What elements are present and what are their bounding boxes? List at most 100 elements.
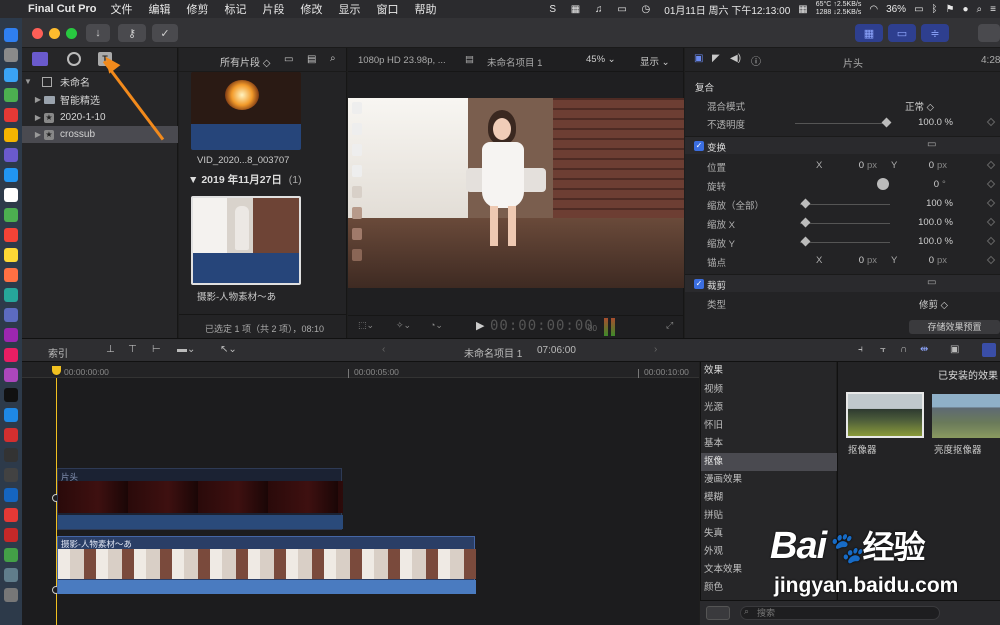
fx-category-video[interactable]: 视频 bbox=[701, 381, 837, 399]
app-menu[interactable]: Final Cut Pro bbox=[28, 3, 96, 15]
clip-filter-popup[interactable]: 所有片段 ◇ bbox=[220, 54, 270, 69]
share-button[interactable] bbox=[978, 24, 1000, 42]
clock[interactable]: 01月11日 周六 下午12:13:00 bbox=[664, 2, 790, 17]
app-icon[interactable] bbox=[4, 268, 18, 282]
keyframe-icon[interactable] bbox=[986, 160, 996, 170]
flag-icon[interactable]: ⚑ bbox=[946, 4, 955, 15]
fx-category-basic[interactable]: 基本 bbox=[701, 435, 837, 453]
scale-x-slider[interactable] bbox=[800, 223, 890, 224]
scale-all-slider[interactable] bbox=[800, 204, 890, 205]
disclosure-closed-icon[interactable]: ▶ bbox=[32, 130, 44, 139]
title-clip[interactable]: 片头 bbox=[57, 468, 343, 530]
crop-checkbox[interactable]: ✓ bbox=[694, 279, 704, 289]
app-icon[interactable] bbox=[4, 168, 18, 182]
keyframe-icon[interactable] bbox=[986, 198, 996, 208]
effects-browser-toggle[interactable] bbox=[982, 343, 996, 357]
library-item-smart-collections[interactable]: ▶ 智能精选 bbox=[22, 91, 178, 108]
playhead-handle[interactable] bbox=[52, 366, 61, 375]
effect-thumb-keyer[interactable] bbox=[846, 392, 924, 438]
disclosure-open-icon[interactable]: ▼ bbox=[188, 174, 201, 186]
menu-help[interactable]: 帮助 bbox=[414, 1, 436, 17]
menu-window[interactable]: 窗口 bbox=[376, 1, 398, 17]
anchor-y-value[interactable]: 0 bbox=[920, 255, 934, 266]
clip-appearance-icon[interactable]: ▭ bbox=[284, 54, 293, 65]
scale-all-value[interactable]: 100 % bbox=[913, 198, 953, 209]
menu-clip[interactable]: 片段 bbox=[262, 1, 284, 17]
app-icon[interactable] bbox=[4, 208, 18, 222]
podcasts-icon[interactable] bbox=[4, 368, 18, 382]
section-composite[interactable]: 复合 bbox=[685, 77, 1000, 95]
tv-icon[interactable] bbox=[4, 388, 18, 402]
disclosure-closed-icon[interactable]: ▶ bbox=[32, 113, 44, 122]
scale-x-slider-knob[interactable] bbox=[800, 217, 811, 228]
save-effects-preset-button[interactable]: 存储效果预置 bbox=[909, 320, 1000, 334]
notes-icon[interactable] bbox=[4, 248, 18, 262]
position-x-value[interactable]: 0 bbox=[850, 160, 864, 171]
yandex-icon[interactable] bbox=[4, 508, 18, 522]
app-icon[interactable] bbox=[4, 468, 18, 482]
search-icon[interactable]: ⌕ bbox=[330, 53, 336, 64]
fx-category-light[interactable]: 光源 bbox=[701, 399, 837, 417]
index-button[interactable]: 索引 bbox=[48, 345, 68, 360]
position-y-value[interactable]: 0 bbox=[920, 160, 934, 171]
select-tool-icon[interactable]: ↖⌄ bbox=[220, 344, 237, 355]
timeline-ruler[interactable]: 00:00:00:00 00:00:05:00 00:00:10:00 bbox=[22, 362, 699, 378]
app-icon[interactable] bbox=[4, 88, 18, 102]
date-group-header[interactable]: ▼ 2019 年11月27日 (1) bbox=[188, 172, 302, 187]
inspector-toggle-button[interactable]: ≑ bbox=[921, 24, 949, 42]
battery-icon[interactable]: ▭ bbox=[914, 4, 923, 15]
clip-thumbnail-fire[interactable] bbox=[191, 72, 301, 150]
disclosure-closed-icon[interactable]: ▶ bbox=[32, 95, 44, 104]
search-input[interactable]: 搜索 bbox=[740, 606, 940, 620]
blend-mode-popup[interactable]: 正常 ◇ bbox=[905, 99, 934, 113]
section-transform[interactable]: ✓ 变换 ▭ bbox=[685, 136, 1000, 154]
keyframe-icon[interactable] bbox=[986, 255, 996, 265]
menu-edit[interactable]: 编辑 bbox=[148, 1, 170, 17]
import-button[interactable]: ↓ bbox=[86, 24, 110, 42]
rotation-value[interactable]: 0 bbox=[925, 179, 939, 190]
opacity-slider[interactable] bbox=[795, 123, 890, 124]
transform-tool-icon[interactable]: ⬚⌄ bbox=[358, 320, 374, 331]
crop-type-popup[interactable]: 修剪 ◇ bbox=[919, 297, 948, 311]
app-icon[interactable] bbox=[4, 308, 18, 322]
app-icon[interactable] bbox=[4, 568, 18, 582]
chrome-icon[interactable] bbox=[4, 128, 18, 142]
onscreen-controls-icon[interactable]: ▭ bbox=[927, 139, 936, 150]
battery-percent[interactable]: 36% bbox=[886, 4, 906, 15]
keyframe-icon[interactable] bbox=[986, 179, 996, 189]
fx-category-keying[interactable]: 抠像 bbox=[701, 453, 837, 471]
menu-file[interactable]: 文件 bbox=[110, 1, 132, 17]
clip-appearance-icon[interactable]: ▣ bbox=[950, 344, 959, 355]
search-icon[interactable]: ⌕ bbox=[977, 4, 983, 15]
audio-inspector-icon[interactable]: ◀) bbox=[730, 53, 741, 64]
launchpad-icon[interactable] bbox=[4, 48, 18, 62]
scale-y-value[interactable]: 100.0 % bbox=[913, 236, 953, 247]
app-icon[interactable] bbox=[4, 528, 18, 542]
libraries-icon[interactable] bbox=[32, 52, 48, 66]
bluetooth-icon[interactable]: ᛒ bbox=[932, 4, 938, 15]
opacity-value[interactable]: 100.0 % bbox=[913, 117, 953, 128]
app-icon[interactable] bbox=[4, 228, 18, 242]
skimming-icon[interactable]: ⫞ bbox=[858, 344, 863, 355]
photos-audio-icon[interactable] bbox=[67, 52, 81, 66]
color-inspector-icon[interactable]: ◤ bbox=[712, 53, 720, 64]
finder-icon[interactable] bbox=[4, 28, 18, 42]
app-icon[interactable] bbox=[4, 488, 18, 502]
keywords-button[interactable]: ⚷ bbox=[118, 24, 146, 42]
fx-category-blur[interactable]: 模糊 bbox=[701, 489, 837, 507]
browser-toggle-button[interactable]: ▦ bbox=[855, 24, 883, 42]
speed-tool-icon[interactable]: ◔⌄ bbox=[430, 320, 443, 331]
wechat-icon[interactable] bbox=[4, 548, 18, 562]
effect-thumb-luma-keyer[interactable] bbox=[932, 394, 1000, 438]
timeline-toggle-button[interactable]: ▭ bbox=[888, 24, 916, 42]
close-window-button[interactable] bbox=[32, 28, 43, 39]
library-root[interactable]: ▼ 未命名 bbox=[22, 73, 178, 90]
scale-y-slider[interactable] bbox=[800, 242, 890, 243]
play-icon[interactable]: ▶ bbox=[476, 319, 484, 332]
scale-y-slider-knob[interactable] bbox=[800, 236, 811, 247]
status-icons[interactable]: S ▦ ♫ ▭ ◷ bbox=[549, 4, 656, 15]
enhance-tool-icon[interactable]: ✧⌄ bbox=[396, 320, 411, 331]
rotation-dial[interactable] bbox=[877, 178, 889, 190]
view-options-popup[interactable]: 显示 ⌄ bbox=[640, 54, 670, 68]
menu-view[interactable]: 显示 bbox=[338, 1, 360, 17]
